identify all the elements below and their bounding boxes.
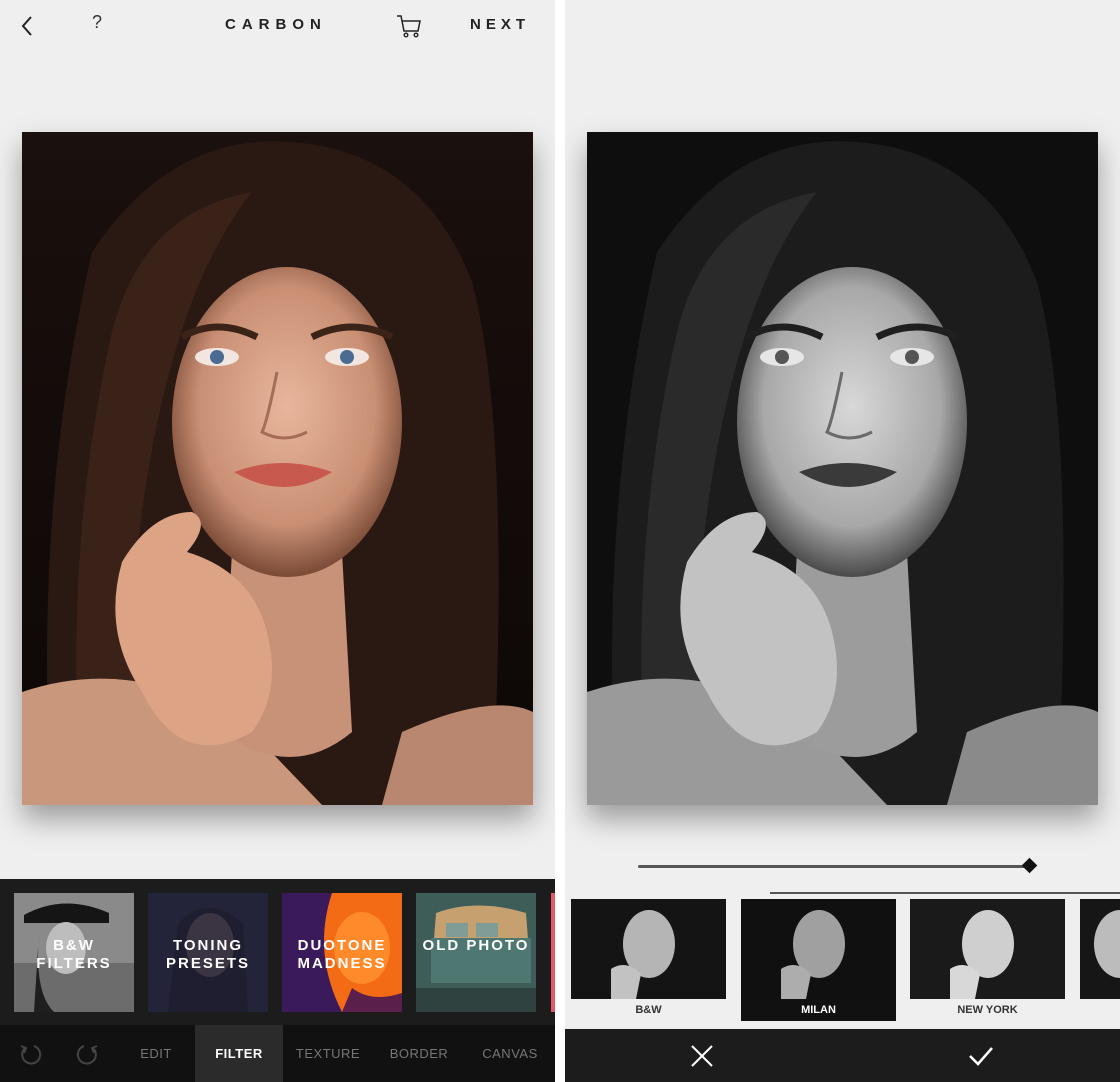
back-button[interactable] [14,12,42,40]
chevron-left-icon [21,16,32,36]
redo-icon [76,1045,98,1065]
portrait-photo-color [22,132,533,805]
cancel-button[interactable] [689,1043,715,1069]
filter-preview [1080,899,1120,999]
shopping-cart-icon [397,15,421,38]
category-label: B&W FILTERS [36,937,112,972]
filter-thumb-milan[interactable]: MILAN [741,899,896,1021]
undo-icon [20,1045,42,1065]
undo-button[interactable] [16,1040,44,1068]
category-toning-presets[interactable]: TONING PRESETS [148,893,268,1012]
photo-canvas-bw[interactable] [587,132,1098,805]
cart-button[interactable] [395,12,423,40]
confirm-button[interactable] [967,1043,995,1069]
tab-texture[interactable]: TEXTURE [283,1025,373,1082]
category-label: DUOTONE MADNESS [297,937,387,972]
filter-thumb-partial[interactable] [1080,899,1120,1021]
top-bar: ? CARBON NEXT [0,0,555,52]
strip-scroll-accent [551,893,555,1012]
app-title: CARBON [225,16,327,33]
photo-canvas-color[interactable] [22,132,533,805]
slider-track [638,865,1030,868]
tab-filter[interactable]: FILTER [195,1025,283,1082]
close-icon [691,1045,713,1067]
slider-handle[interactable] [1021,857,1038,874]
filter-preview [741,899,896,999]
editor-screen-filter-preview: B&W MILAN NEW YORK [565,0,1120,1082]
filter-category-strip: B&W FILTERS TONING PRESETS DUOTONE MADNE… [0,879,555,1025]
category-duotone-madness[interactable]: DUOTONE MADNESS [282,893,402,1012]
category-bw-filters[interactable]: B&W FILTERS [14,893,134,1012]
filter-preview [571,899,726,999]
filter-thumb-new-york[interactable]: NEW YORK [910,899,1065,1021]
redo-button[interactable] [74,1040,102,1068]
next-button[interactable]: NEXT [470,16,530,33]
category-label: TONING PRESETS [165,937,251,972]
category-old-photo[interactable]: OLD PHOTO [416,893,536,1012]
tool-bar: EDIT FILTER TEXTURE BORDER CANVAS [0,1025,555,1082]
filter-thumb-image [910,899,1065,999]
editor-screen-color: ? CARBON NEXT B&W FILTERS TONING PRESETS… [0,0,555,1082]
help-button[interactable]: ? [92,12,102,33]
filter-thumb-image [571,899,726,999]
filter-thumb-image [741,899,896,999]
filter-intensity-slider[interactable] [638,857,1038,878]
tab-canvas[interactable]: CANVAS [465,1025,555,1082]
checkmark-icon [969,1047,993,1066]
portrait-photo-bw [587,132,1098,805]
divider-line [770,892,1120,894]
filter-label: MILAN [741,999,896,1021]
confirm-bar [565,1029,1120,1082]
filter-thumb-image [1080,899,1120,999]
filter-thumb-bw[interactable]: B&W [571,899,726,1021]
filter-label: NEW YORK [957,1004,1018,1016]
filter-preview [910,899,1065,999]
filter-label: B&W [635,1004,662,1016]
tab-edit[interactable]: EDIT [118,1025,194,1082]
category-label: OLD PHOTO [422,937,530,954]
tab-border[interactable]: BORDER [373,1025,465,1082]
